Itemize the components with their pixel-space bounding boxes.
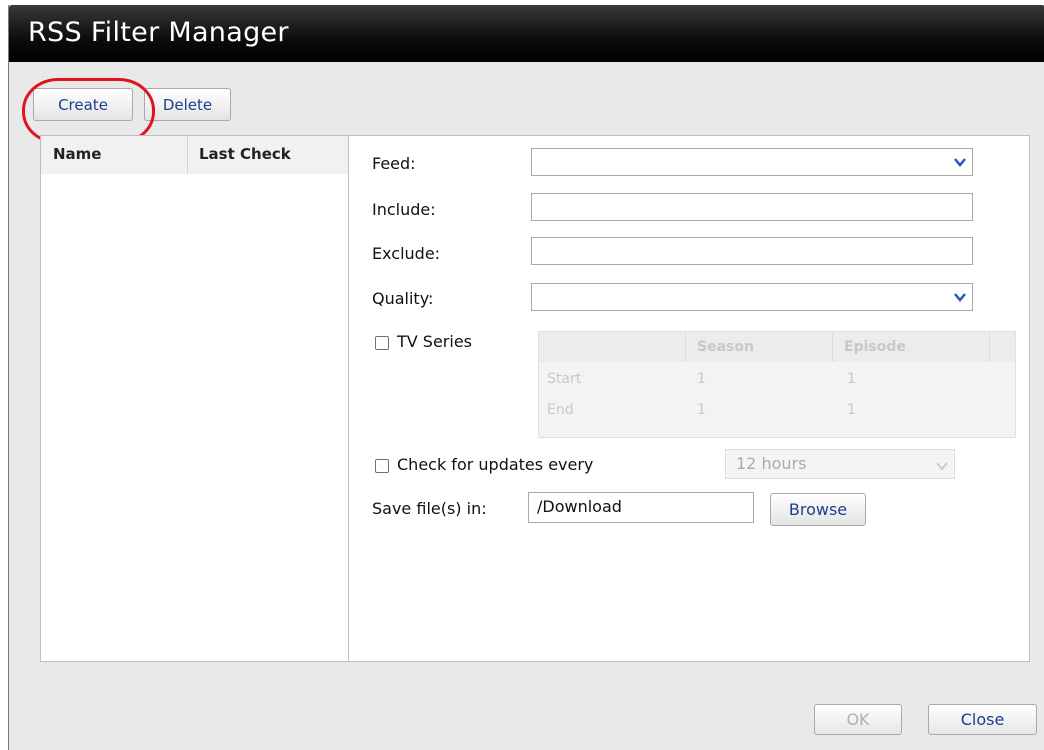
close-button[interactable]: Close bbox=[928, 704, 1037, 735]
main-panel: Name Last Check Feed: Include: Exclude: … bbox=[40, 135, 1030, 662]
tv-grid-header-season: Season bbox=[697, 339, 754, 355]
filter-list-header: Name Last Check bbox=[41, 136, 348, 174]
tv-series-grid: Season Episode Start 1 1 End 1 1 bbox=[538, 331, 1016, 438]
tv-grid-row-start: Start 1 1 bbox=[539, 364, 1015, 395]
column-divider bbox=[832, 332, 833, 362]
tv-grid-start-season: 1 bbox=[697, 371, 706, 387]
delete-button[interactable]: Delete bbox=[144, 88, 231, 121]
save-in-label: Save file(s) in: bbox=[372, 499, 487, 518]
column-divider bbox=[187, 136, 188, 174]
column-divider bbox=[685, 332, 686, 362]
tv-grid-end-episode: 1 bbox=[847, 402, 856, 418]
tv-grid-row-label: End bbox=[547, 402, 574, 418]
feed-select[interactable] bbox=[531, 148, 973, 176]
check-updates-checkbox[interactable] bbox=[375, 459, 389, 473]
tv-grid-row-end: End 1 1 bbox=[539, 395, 1015, 426]
window-title: RSS Filter Manager bbox=[28, 17, 289, 48]
tv-grid-row-label: Start bbox=[547, 371, 582, 387]
include-label: Include: bbox=[372, 200, 436, 219]
column-header-last-check[interactable]: Last Check bbox=[199, 145, 291, 163]
quality-label: Quality: bbox=[372, 289, 434, 308]
tv-series-checkbox[interactable] bbox=[375, 336, 389, 350]
tv-grid-header: Season Episode bbox=[539, 332, 1015, 362]
exclude-label: Exclude: bbox=[372, 244, 441, 263]
filter-list-panel[interactable]: Name Last Check bbox=[41, 136, 349, 661]
exclude-input[interactable] bbox=[531, 237, 973, 265]
tv-grid-end-season: 1 bbox=[697, 402, 706, 418]
include-input[interactable] bbox=[531, 193, 973, 221]
update-interval-value: 12 hours bbox=[736, 454, 807, 473]
column-divider bbox=[989, 332, 990, 362]
quality-select[interactable] bbox=[531, 283, 973, 311]
save-path-input[interactable]: /Download bbox=[528, 492, 754, 523]
chevron-down-icon bbox=[936, 456, 948, 475]
tv-series-label[interactable]: TV Series bbox=[397, 332, 472, 351]
title-bar[interactable]: RSS Filter Manager bbox=[9, 5, 1044, 62]
tv-grid-header-episode: Episode bbox=[844, 339, 906, 355]
tv-grid-start-episode: 1 bbox=[847, 371, 856, 387]
ok-button[interactable]: OK bbox=[814, 704, 902, 735]
column-header-name[interactable]: Name bbox=[53, 145, 101, 163]
update-interval-select[interactable]: 12 hours bbox=[725, 449, 955, 479]
browse-button[interactable]: Browse bbox=[770, 493, 866, 526]
check-updates-label[interactable]: Check for updates every bbox=[397, 455, 593, 474]
chevron-down-icon[interactable] bbox=[952, 289, 968, 305]
chevron-down-icon[interactable] bbox=[952, 154, 968, 170]
feed-label: Feed: bbox=[372, 154, 416, 173]
